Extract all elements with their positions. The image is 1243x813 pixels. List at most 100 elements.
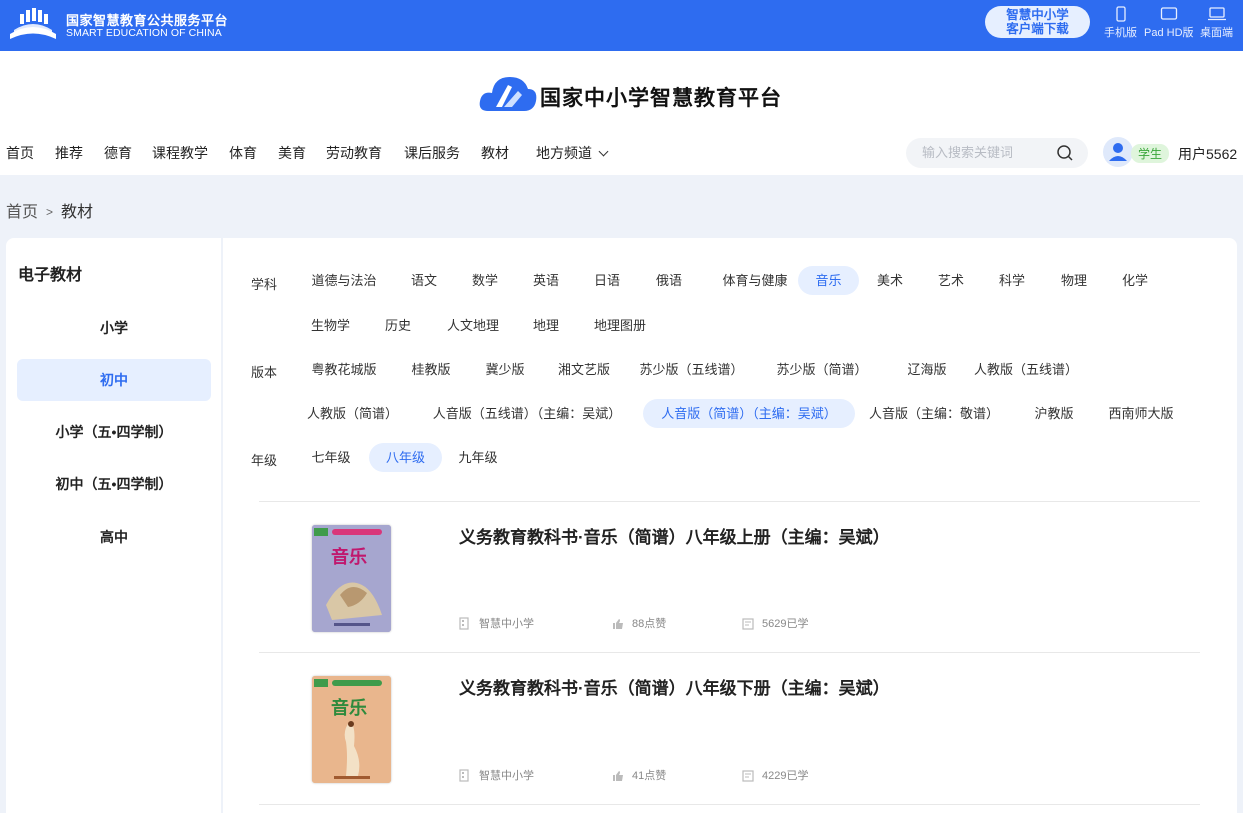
edition-chip[interactable]: 冀少版 xyxy=(479,355,531,384)
nav-courses[interactable]: 课程教学 xyxy=(152,143,208,163)
subject-chip-active[interactable]: 音乐 xyxy=(798,266,859,295)
download-line1: 智慧中小学 xyxy=(1006,8,1069,22)
subject-chip[interactable]: 美术 xyxy=(867,266,913,295)
platform-title-en: SMART EDUCATION OF CHINA xyxy=(66,27,222,39)
breadcrumb: 首页 > 教材 xyxy=(6,198,93,222)
phone-icon xyxy=(1115,6,1126,22)
building-icon xyxy=(459,769,469,782)
edition-chip[interactable]: 辽海版 xyxy=(901,355,953,384)
edition-chip-active[interactable]: 人音版（简谱）（主编：吴斌） xyxy=(643,399,855,428)
book-learners: 5629已学 xyxy=(742,615,808,631)
edition-chip[interactable]: 人音版（主编：敬谱） xyxy=(869,399,999,428)
sidebar: 电子教材 小学 初中 小学（五•四学制） 初中（五•四学制） 高中 xyxy=(6,238,221,813)
book-cover-illustration xyxy=(312,676,391,783)
username[interactable]: 用户5562 xyxy=(1178,144,1237,164)
book-source: 智慧中小学 xyxy=(459,615,534,631)
nav-local-channel[interactable]: 地方频道 xyxy=(536,143,609,163)
subject-chip[interactable]: 数学 xyxy=(462,266,508,295)
search-box xyxy=(906,138,1088,168)
device-tablet[interactable]: Pad HD版 xyxy=(1144,6,1194,40)
book-source-label: 智慧中小学 xyxy=(479,770,534,782)
book-cover[interactable]: 音乐 xyxy=(312,525,391,632)
device-label: 手机版 xyxy=(1104,27,1137,39)
nav-after-school[interactable]: 课后服务 xyxy=(404,143,460,163)
nav-moral[interactable]: 德育 xyxy=(104,143,132,163)
download-line2: 客户端下载 xyxy=(1006,22,1069,36)
subject-chip[interactable]: 物理 xyxy=(1051,266,1097,295)
nav-labor[interactable]: 劳动教育 xyxy=(326,143,382,163)
nav-arts[interactable]: 美育 xyxy=(278,143,306,163)
edition-chip[interactable]: 沪教版 xyxy=(1031,399,1077,428)
grade-label: 年级 xyxy=(251,453,278,468)
subject-chip[interactable]: 语文 xyxy=(401,266,447,295)
client-download-button[interactable]: 智慧中小学 客户端下载 xyxy=(985,6,1090,38)
edition-chip[interactable]: 西南师大版 xyxy=(1105,399,1177,428)
breadcrumb-current: 教材 xyxy=(61,204,94,221)
user-icon xyxy=(1109,143,1127,161)
subject-chip[interactable]: 生物学 xyxy=(303,311,358,340)
sidebar-item-senior[interactable]: 高中 xyxy=(17,516,211,558)
header: 国家中小学智慧教育平台 首页 推荐 德育 课程教学 体育 美育 劳动教育 课后服… xyxy=(0,51,1243,175)
sidebar-title: 电子教材 xyxy=(18,267,83,284)
subject-chip[interactable]: 地理 xyxy=(523,311,569,340)
search-icon[interactable] xyxy=(1056,144,1074,162)
book-cover-title: 音乐 xyxy=(331,547,367,567)
sidebar-item-junior-54[interactable]: 初中（五•四学制） xyxy=(17,463,211,505)
subject-chip[interactable]: 俄语 xyxy=(646,266,692,295)
edition-chip[interactable]: 人教版（简谱） xyxy=(307,399,398,428)
book-likes: 88点赞 xyxy=(612,615,666,631)
book-title[interactable]: 义务教育教科书·音乐（简谱）八年级上册（主编：吴斌） xyxy=(459,523,890,548)
breadcrumb-home[interactable]: 首页 xyxy=(6,204,38,221)
edition-chip[interactable]: 桂教版 xyxy=(405,355,457,384)
edition-chip[interactable]: 苏少版（简谱） xyxy=(776,355,868,384)
sidebar-item-primary-54[interactable]: 小学（五•四学制） xyxy=(17,411,211,453)
subject-chip[interactable]: 体育与健康 xyxy=(710,266,800,295)
search-input[interactable] xyxy=(922,145,1052,160)
thumbs-up-icon xyxy=(613,619,623,629)
book-source: 智慧中小学 xyxy=(459,767,534,783)
subject-chip[interactable]: 科学 xyxy=(989,266,1035,295)
grade-chip[interactable]: 七年级 xyxy=(303,443,359,472)
grade-chip[interactable]: 九年级 xyxy=(450,443,506,472)
edition-chip[interactable]: 人教版（五线谱） xyxy=(974,355,1078,384)
edition-chip[interactable]: 人音版（五线谱）（主编：吴斌） xyxy=(431,399,623,428)
nav-textbooks[interactable]: 教材 xyxy=(481,143,509,163)
book-learners-label: 5629已学 xyxy=(762,618,809,630)
book-learned-icon xyxy=(742,618,754,630)
subject-chip[interactable]: 艺术 xyxy=(928,266,974,295)
device-phone[interactable]: 手机版 xyxy=(1104,6,1137,40)
device-desktop[interactable]: 桌面端 xyxy=(1200,6,1233,40)
grade-chip-active[interactable]: 八年级 xyxy=(369,443,442,472)
subject-chip[interactable]: 化学 xyxy=(1112,266,1158,295)
book-cover[interactable]: 音乐 xyxy=(312,676,391,783)
chevron-down-icon xyxy=(598,146,609,157)
brand-cloud-logo-icon xyxy=(479,77,537,111)
sidebar-item-junior[interactable]: 初中 xyxy=(17,359,211,401)
avatar[interactable] xyxy=(1103,137,1133,167)
book-learned-icon xyxy=(742,770,754,782)
subject-chip[interactable]: 日语 xyxy=(584,266,630,295)
subject-chip[interactable]: 道德与法治 xyxy=(303,266,385,295)
subject-label: 学科 xyxy=(251,277,278,292)
subject-chip[interactable]: 历史 xyxy=(375,311,421,340)
edition-chip[interactable]: 湘文艺版 xyxy=(553,355,615,384)
divider xyxy=(259,804,1200,805)
nav-recommend[interactable]: 推荐 xyxy=(55,143,83,163)
book-title[interactable]: 义务教育教科书·音乐（简谱）八年级下册（主编：吴斌） xyxy=(459,674,890,699)
nav-home[interactable]: 首页 xyxy=(6,143,34,163)
subject-chip[interactable]: 地理图册 xyxy=(587,311,653,340)
book-cover-illustration xyxy=(312,525,391,632)
book-cover-title: 音乐 xyxy=(331,698,367,718)
book-likes-label: 88点赞 xyxy=(632,618,667,630)
device-label: Pad HD版 xyxy=(1144,27,1194,39)
subject-chip[interactable]: 人文地理 xyxy=(440,311,506,340)
sidebar-item-primary[interactable]: 小学 xyxy=(17,307,211,349)
subject-chip[interactable]: 英语 xyxy=(523,266,569,295)
main-panel: 学科 道德与法治 语文 数学 英语 日语 俄语 体育与健康 音乐 美术 艺术 科… xyxy=(223,238,1237,813)
edition-chip[interactable]: 粤教花城版 xyxy=(303,355,385,384)
edition-chip[interactable]: 苏少版（五线谱） xyxy=(639,355,744,384)
tablet-icon xyxy=(1160,7,1177,20)
platform-logo-icon xyxy=(10,8,56,39)
nav-sports[interactable]: 体育 xyxy=(229,143,257,163)
book-likes: 41点赞 xyxy=(612,767,666,783)
